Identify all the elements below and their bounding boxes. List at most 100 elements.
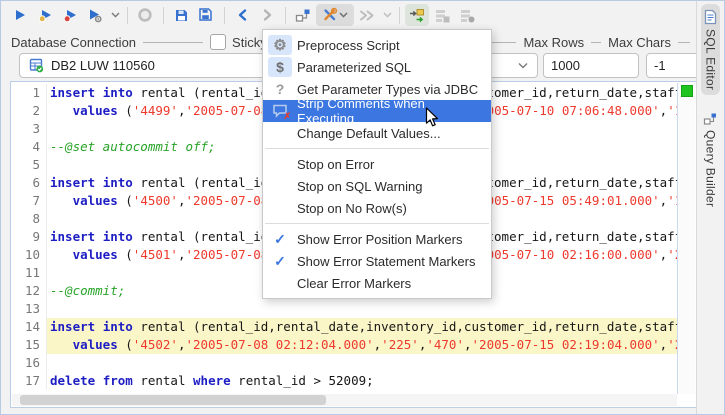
question-icon: ? [268,79,292,99]
gear-icon: ⚙ [273,37,287,54]
code-line-14[interactable]: 14 insert into rental (rental_id,rental_d… [12,318,677,336]
horizontal-scrollbar-thumb[interactable] [20,395,326,405]
menu-item-label: Parameterized SQL [297,59,412,75]
sql-editor-window: Database Connection Sticky Max Rows Max … [0,0,725,415]
right-tab-strip: SQL Editor Query Builder [696,1,724,414]
horizontal-scrollbar[interactable] [12,394,677,406]
menu-item-label: Show Error Statement Markers [297,253,476,269]
menu-icon-spacer [268,154,292,174]
sql-executor-options-button[interactable] [316,4,354,26]
tab-query-builder-label: Query Builder [703,130,718,208]
line-number: 7 [12,192,47,210]
group-line [591,41,602,43]
strip-comments-icon: ✗ [268,101,292,121]
toolbar-separator [127,6,128,24]
sql-executor-options-menu: ⚙ Preprocess Script $ Parameterized SQL? Get… [262,29,492,299]
line-number: 14 [12,318,47,336]
sql-editor-doc-icon [704,9,717,25]
menu-icon-spacer [268,176,292,196]
menu-icon-spacer [268,123,292,143]
line-number: 11 [12,264,47,282]
menu-item-label: Strip Comments when Executing [297,96,425,126]
dollar-icon: $ [268,57,292,77]
tab-query-builder[interactable]: Query Builder [701,107,720,212]
menu-item-stop-on-error[interactable]: Stop on Error [263,153,491,175]
line-number: 15 [12,336,47,354]
toolbar-separator [224,6,225,24]
menu-item-strip-comments-when-executing[interactable]: ✗ Strip Comments when Executing [263,96,491,126]
menu-item-stop-on-no-row-s[interactable]: Stop on No Row(s) [263,197,491,219]
line-number: 5 [12,156,47,174]
menu-item-preprocess-script[interactable]: ⚙ Preprocess Script [263,34,491,56]
query-builder-branch-icon [703,113,716,125]
menu-item-label: Get Parameter Types via JDBC [297,81,479,97]
chevron-down-icon [518,63,528,69]
menu-item-label: Clear Error Markers [297,275,412,291]
menu-separator [265,223,489,224]
group-line [143,41,204,43]
tab-sql-editor-label: SQL Editor [703,29,718,91]
no-errors-indicator [681,85,693,97]
code-line-15[interactable]: 15 values ('4502','2005-07-08 02:12:04.0… [12,336,677,354]
menu-item-label: Stop on No Row(s) [297,200,407,216]
run-current-icon[interactable] [33,4,57,26]
toolbar-separator [399,6,400,24]
max-chars-input[interactable] [646,53,702,78]
menu-item-label: Stop on Error [297,156,375,172]
next-statement-icon [255,4,279,26]
menu-item-stop-on-sql-warning[interactable]: Stop on SQL Warning [263,175,491,197]
line-number: 12 [12,282,47,300]
menu-item-label: Change Default Values... [297,125,441,141]
line-number: 3 [12,120,47,138]
code-line-16[interactable]: 16 [12,354,677,372]
line-number: 4 [12,138,47,156]
run-options-chevron-icon[interactable] [109,4,121,26]
checkmark-icon: ✓ [274,252,286,269]
group-line [678,41,690,43]
line-number: 13 [12,300,47,318]
toolbar-separator [285,6,286,24]
run-to-error-icon[interactable] [58,4,82,26]
max-chars-label: Max Chars [608,34,671,50]
menu-icon-spacer [268,198,292,218]
menu-item-label: Preprocess Script [297,37,400,53]
toolbar-separator [163,6,164,24]
code-text-highlighted: insert into rental (rental_id,rental_dat… [47,318,677,336]
stop-icon [133,4,157,26]
code-text-highlighted: values ('4502','2005-07-08 02:12:04.000'… [47,336,677,354]
main-toolbar [1,1,696,29]
previous-statement-icon[interactable] [230,4,254,26]
wrench-screwdriver-icon [324,7,338,21]
overview-ruler [677,83,695,394]
menu-icon-spacer [268,273,292,293]
line-number: 10 [12,246,47,264]
max-rows-label: Max Rows [523,34,585,50]
save-results-icon [430,4,454,26]
line-number: 16 [12,354,47,372]
save-as-icon[interactable] [194,4,218,26]
run-script-icon[interactable] [8,4,32,26]
run-with-settings-icon[interactable] [83,4,107,26]
checkmark-icon: ✓ [274,230,286,247]
code-line-13[interactable]: 13 [12,300,677,318]
menu-item-show-error-statement-markers[interactable]: ✓ Show Error Statement Markers [263,250,491,272]
tab-sql-editor[interactable]: SQL Editor [701,4,720,96]
max-rows-input[interactable] [543,53,639,78]
explain-plan-icon[interactable] [291,4,315,26]
code-line-17[interactable]: 17 delete from rental where rental_id > 5… [12,372,677,390]
menu-item-parameterized-sql[interactable]: $ Parameterized SQL [263,56,491,78]
line-number: 17 [12,372,47,390]
question-icon: ? [275,81,285,97]
auto-commit-toggle-icon[interactable] [405,4,429,26]
menu-item-clear-error-markers[interactable]: Clear Error Markers [263,272,491,294]
database-connection-label: Database Connection [11,34,137,50]
chevron-down-icon [339,12,348,18]
sticky-checkbox[interactable] [210,34,227,50]
skip-options-chevron-icon [381,4,393,26]
menu-item-show-error-position-markers[interactable]: ✓ Show Error Position Markers [263,228,491,250]
menu-item-label: Show Error Position Markers [297,231,463,247]
line-number: 9 [12,228,47,246]
skip-statements-icon [355,4,379,26]
save-icon[interactable] [169,4,193,26]
